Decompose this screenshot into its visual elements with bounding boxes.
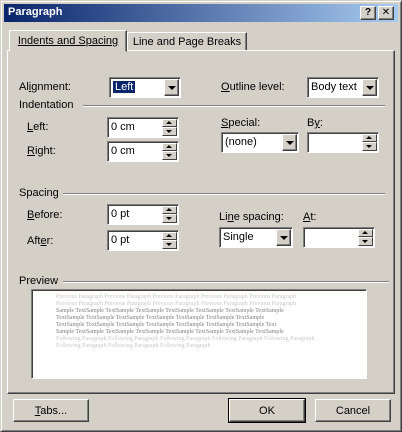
close-button[interactable]: ✕ [378, 6, 394, 20]
after-value: 0 pt [111, 234, 130, 246]
spin-up-icon[interactable] [162, 232, 177, 240]
outline-level-combo[interactable]: Body text [307, 77, 379, 98]
before-value: 0 pt [111, 208, 130, 220]
spin-down-icon[interactable] [162, 127, 177, 136]
title-bar[interactable]: Paragraph ? ✕ [4, 4, 398, 22]
by-label: By: [307, 117, 323, 129]
spin-up-icon[interactable] [162, 119, 177, 127]
preview-sample-line: Sample TextSample TextSample TextSample … [56, 329, 284, 335]
help-button[interactable]: ? [360, 6, 376, 20]
tab-label: Indents and Spacing [17, 35, 119, 47]
line-spacing-combo[interactable]: Single [219, 227, 293, 248]
spacing-divider [63, 193, 385, 195]
cancel-button[interactable]: Cancel [315, 399, 391, 422]
preview-group-label: Preview [19, 275, 59, 287]
alignment-label: Alignment: [19, 81, 71, 93]
paragraph-preview: Previous Paragraph Previous Paragraph Pr… [31, 289, 367, 379]
line-spacing-label: Line spacing: [219, 211, 284, 223]
alignment-value: Left [111, 80, 137, 94]
spin-up-icon[interactable] [162, 143, 177, 151]
special-label: Special: [221, 117, 261, 129]
spin-buttons[interactable] [358, 229, 373, 246]
line-spacing-value: Single [223, 231, 254, 243]
left-indent-spinner[interactable]: 0 cm [107, 117, 179, 138]
indentation-divider [83, 105, 385, 107]
tab-line-and-page-breaks[interactable]: Line and Page Breaks [127, 32, 247, 50]
chevron-down-icon[interactable] [164, 79, 179, 96]
by-spinner[interactable] [307, 132, 379, 153]
after-label: After: [27, 235, 54, 247]
left-indent-label: Left: [27, 121, 49, 133]
ok-button-label: OK [259, 404, 275, 417]
spin-buttons[interactable] [362, 134, 377, 151]
spin-up-icon[interactable] [362, 134, 377, 142]
spin-down-icon[interactable] [362, 142, 377, 151]
tabs-button-label: Tabs... [34, 404, 68, 417]
preview-sample-line: TextSample TextSample TextSample TextSam… [56, 322, 277, 328]
spin-buttons[interactable] [162, 119, 177, 136]
at-spinner[interactable] [303, 227, 375, 248]
spin-down-icon[interactable] [162, 214, 177, 223]
window-title: Paragraph [8, 6, 63, 18]
outline-level-label: Outline level: [221, 81, 285, 93]
right-indent-label: Right: [27, 145, 56, 157]
chevron-down-icon[interactable] [362, 79, 377, 96]
spin-up-icon[interactable] [162, 206, 177, 214]
preview-previous-line: Previous Paragraph Previous Paragraph Pr… [56, 301, 297, 307]
spin-buttons[interactable] [162, 232, 177, 249]
at-label: At: [303, 211, 317, 223]
right-indent-value: 0 cm [111, 145, 135, 157]
spin-buttons[interactable] [162, 143, 177, 160]
tab-label: Line and Page Breaks [132, 35, 242, 48]
help-icon: ? [364, 7, 372, 18]
ok-button[interactable]: OK [228, 398, 306, 423]
preview-following-line: Following Paragraph Following Paragraph … [56, 343, 211, 349]
spin-up-icon[interactable] [358, 229, 373, 237]
preview-previous-line: Previous Paragraph Previous Paragraph Pr… [56, 294, 297, 300]
preview-following-line: Following Paragraph Following Paragraph … [56, 336, 315, 342]
tabs-button[interactable]: Tabs... [13, 399, 89, 422]
outline-level-value: Body text [311, 81, 357, 93]
chevron-down-icon[interactable] [276, 229, 291, 246]
spin-down-icon[interactable] [162, 151, 177, 160]
right-indent-spinner[interactable]: 0 cm [107, 141, 179, 162]
indentation-group-label: Indentation [19, 99, 74, 111]
cancel-button-label: Cancel [335, 404, 371, 417]
chevron-down-icon[interactable] [282, 134, 297, 151]
spin-down-icon[interactable] [358, 237, 373, 246]
preview-sample-line: TextSample TextSample TextSample TextSam… [56, 315, 265, 321]
spin-down-icon[interactable] [162, 240, 177, 249]
preview-divider [63, 281, 389, 283]
special-value: (none) [225, 136, 257, 148]
tab-indents-and-spacing[interactable]: Indents and Spacing [9, 30, 127, 52]
before-spinner[interactable]: 0 pt [107, 204, 179, 225]
preview-sample-line: Sample TextSample TextSample TextSample … [56, 308, 284, 314]
close-icon: ✕ [381, 7, 391, 18]
spin-buttons[interactable] [162, 206, 177, 223]
alignment-combo[interactable]: Left [109, 77, 181, 98]
before-label: Before: [27, 209, 63, 221]
left-indent-value: 0 cm [111, 121, 135, 133]
special-combo[interactable]: (none) [221, 132, 299, 153]
paragraph-dialog: Paragraph ? ✕ Indents and Spacing Line a… [0, 0, 402, 432]
spacing-group-label: Spacing [19, 187, 59, 199]
after-spinner[interactable]: 0 pt [107, 230, 179, 251]
